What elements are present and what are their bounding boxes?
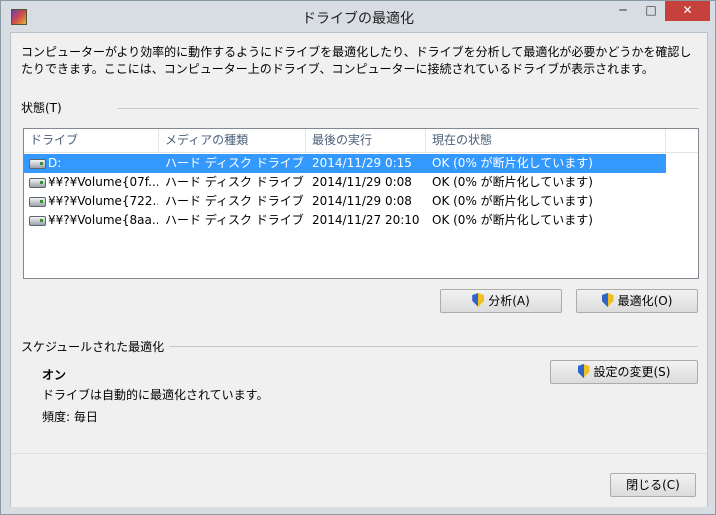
current-status: OK (0% が断片化しています) bbox=[432, 156, 593, 170]
last-run: 2014/11/27 20:10 bbox=[312, 213, 420, 227]
drive-row[interactable]: D: ハード ディスク ドライブ 2014/11/29 0:15 OK (0% … bbox=[24, 154, 666, 173]
drive-name: ¥¥?¥Volume{8aa... bbox=[48, 213, 158, 227]
drive-name: D: bbox=[48, 156, 62, 170]
status-separator bbox=[118, 108, 698, 109]
schedule-frequency: 頻度: 毎日 bbox=[42, 410, 98, 424]
current-status: OK (0% が断片化しています) bbox=[432, 213, 593, 227]
column-header-last-run[interactable]: 最後の実行 bbox=[306, 129, 426, 152]
uac-shield-icon bbox=[472, 293, 485, 307]
analyze-button-label: 分析(A) bbox=[488, 294, 530, 308]
schedule-section-label: スケジュールされた最適化 bbox=[21, 340, 165, 354]
status-section-label: 状態(T) bbox=[21, 101, 62, 115]
uac-shield-icon bbox=[601, 293, 614, 307]
media-type: ハード ディスク ドライブ bbox=[165, 156, 304, 170]
close-button[interactable]: 閉じる(C) bbox=[610, 473, 696, 497]
drive-name: ¥¥?¥Volume{07f... bbox=[48, 175, 158, 189]
hard-drive-icon bbox=[29, 159, 46, 169]
drive-row[interactable]: ¥¥?¥Volume{07f... ハード ディスク ドライブ 2014/11/… bbox=[24, 173, 666, 192]
hard-drive-icon bbox=[29, 197, 46, 207]
change-settings-button[interactable]: 設定の変更(S) bbox=[550, 360, 698, 384]
last-run: 2014/11/29 0:08 bbox=[312, 194, 412, 208]
optimize-button[interactable]: 最適化(O) bbox=[576, 289, 698, 313]
uac-shield-icon bbox=[577, 364, 590, 378]
schedule-detail: ドライブは自動的に最適化されています。 bbox=[42, 388, 269, 402]
drive-name: ¥¥?¥Volume{722... bbox=[48, 194, 158, 208]
column-header-drive[interactable]: ドライブ bbox=[24, 129, 159, 152]
drive-row[interactable]: ¥¥?¥Volume{722... ハード ディスク ドライブ 2014/11/… bbox=[24, 192, 666, 211]
change-settings-button-label: 設定の変更(S) bbox=[593, 365, 671, 379]
last-run: 2014/11/29 0:08 bbox=[312, 175, 412, 189]
current-status: OK (0% が断片化しています) bbox=[432, 194, 593, 208]
media-type: ハード ディスク ドライブ bbox=[165, 175, 304, 189]
hard-drive-icon bbox=[29, 178, 46, 188]
schedule-state: オン bbox=[42, 368, 67, 382]
optimize-drives-window: ドライブの最適化 ─ □ ✕ コンピューターがより効率的に動作するようにドライブ… bbox=[0, 0, 716, 515]
dialog-body: コンピューターがより効率的に動作するようにドライブを最適化したり、ドライブを分析… bbox=[10, 32, 708, 507]
column-header-media-type[interactable]: メディアの種類 bbox=[159, 129, 306, 152]
drive-list[interactable]: ドライブ メディアの種類 最後の実行 現在の状態 D: ハード ディスク ドライ… bbox=[23, 128, 699, 279]
hard-drive-icon bbox=[29, 216, 46, 226]
analyze-button[interactable]: 分析(A) bbox=[440, 289, 562, 313]
maximize-button[interactable]: □ bbox=[638, 1, 664, 21]
column-header-current-status[interactable]: 現在の状態 bbox=[426, 129, 666, 152]
window-title: ドライブの最適化 bbox=[302, 11, 414, 27]
drive-row[interactable]: ¥¥?¥Volume{8aa... ハード ディスク ドライブ 2014/11/… bbox=[24, 211, 666, 230]
schedule-separator bbox=[169, 346, 698, 347]
media-type: ハード ディスク ドライブ bbox=[165, 213, 304, 227]
drive-list-header: ドライブ メディアの種類 最後の実行 現在の状態 bbox=[24, 129, 698, 153]
last-run: 2014/11/29 0:15 bbox=[312, 156, 412, 170]
close-window-button[interactable]: ✕ bbox=[665, 1, 710, 21]
title-bar[interactable]: ドライブの最適化 ─ □ ✕ bbox=[1, 1, 715, 32]
dialog-footer: 閉じる(C) bbox=[11, 453, 707, 507]
current-status: OK (0% が断片化しています) bbox=[432, 175, 593, 189]
optimize-button-label: 最適化(O) bbox=[617, 294, 673, 308]
description-text: コンピューターがより効率的に動作するようにドライブを最適化したり、ドライブを分析… bbox=[21, 45, 692, 76]
media-type: ハード ディスク ドライブ bbox=[165, 194, 304, 208]
minimize-button[interactable]: ─ bbox=[610, 1, 636, 21]
